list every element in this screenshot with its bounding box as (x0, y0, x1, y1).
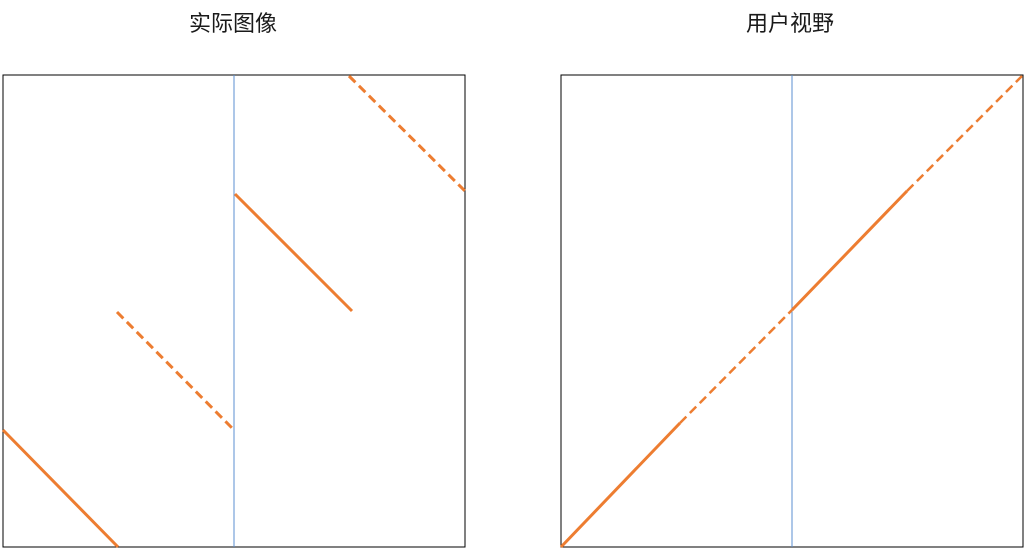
actual-segment-2-dashed (115, 310, 235, 431)
actual-image-panel (1, 74, 467, 549)
user-segment-2-dashed (679, 309, 793, 424)
user-view-panel (559, 74, 1024, 549)
user-segment-3-solid (790, 189, 909, 312)
actual-segment-3-solid (233, 192, 354, 313)
actual-segment-1-solid (1, 428, 120, 549)
user-segment-4-dashed (906, 75, 1023, 192)
actual-segment-4-dashed (347, 74, 467, 193)
user-segment-1-solid (559, 421, 682, 549)
diagram-canvas (1, 74, 1024, 549)
